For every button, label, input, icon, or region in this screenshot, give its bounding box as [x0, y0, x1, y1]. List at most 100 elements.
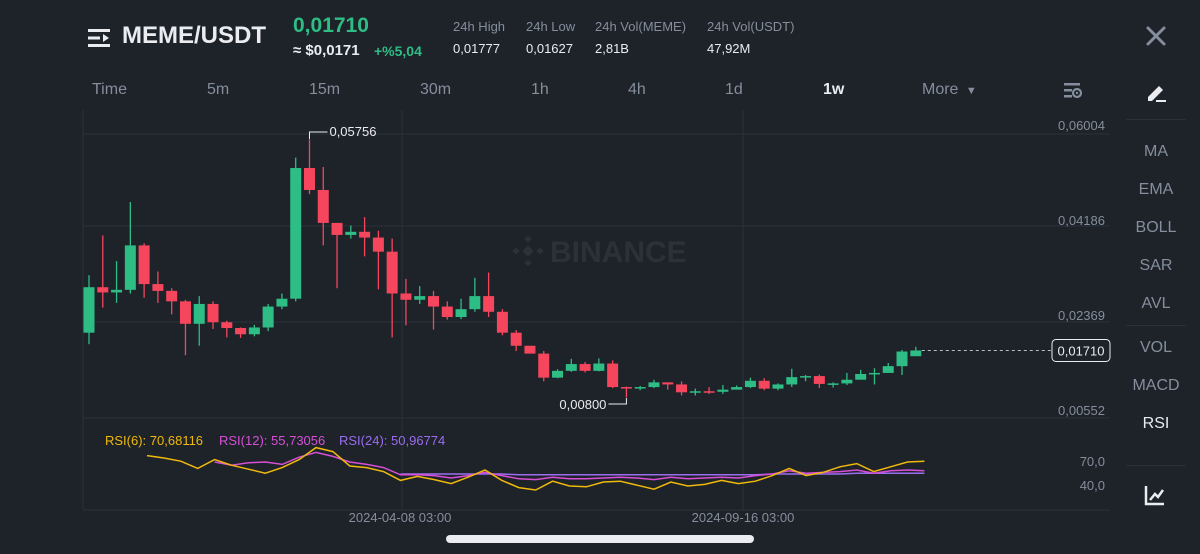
high-marker-line — [308, 131, 328, 139]
price-tick-label: 0,04186 — [1058, 213, 1105, 228]
current-price-tag-label: 0,01710 — [1058, 343, 1105, 358]
indicator-panel: MA EMA BOLL SAR AVL VOL MACD RSI — [1124, 117, 1200, 510]
candle-body — [317, 189, 329, 223]
close-icon[interactable] — [1144, 24, 1168, 48]
tab-4h[interactable]: 4h — [628, 81, 646, 99]
tab-5m[interactable]: 5m — [207, 81, 229, 99]
candle-body — [400, 293, 412, 300]
rsi-tick-label: 70,0 — [1080, 454, 1105, 469]
price-markers: 0,05756 0,00800 0,01710 — [308, 124, 1111, 412]
indicator-avl[interactable]: AVL — [1124, 295, 1188, 313]
candle-body — [179, 301, 191, 324]
indicator-vol[interactable]: VOL — [1124, 339, 1188, 357]
candle-body — [152, 284, 164, 291]
candle-body — [717, 389, 729, 392]
candle-body — [331, 222, 343, 235]
candle-body — [813, 376, 825, 384]
candle-body — [593, 363, 605, 371]
divider — [1126, 119, 1186, 120]
draw-tool-icon[interactable] — [1144, 80, 1168, 104]
candle-body — [166, 290, 178, 302]
candle-body — [910, 350, 922, 357]
candle-body — [441, 306, 453, 318]
candle-body — [345, 231, 357, 235]
time-axis: 2024-04-08 03:00 2024-09-16 03:00 — [349, 510, 795, 524]
candle-body — [386, 251, 398, 294]
candle-body — [111, 289, 123, 293]
watermark-text: BINANCE — [550, 236, 687, 269]
candle-body — [662, 382, 674, 385]
candle-body — [469, 296, 481, 310]
indicator-ema[interactable]: EMA — [1124, 181, 1188, 199]
tab-1w[interactable]: 1w — [823, 81, 844, 99]
candle-body — [496, 311, 508, 333]
candle-body — [510, 332, 522, 346]
price-tick-label: 0,06004 — [1058, 118, 1105, 133]
candle-body — [524, 345, 536, 354]
tab-1d[interactable]: 1d — [725, 81, 743, 99]
rsi24-legend: RSI(24): 50,96774 — [339, 433, 445, 448]
price-chart[interactable]: BINANCE 0,06004 0,04186 0,02369 0,00552 0,0… — [0, 104, 1124, 524]
candle-body — [276, 298, 288, 307]
candle-body — [97, 287, 109, 293]
candle-body — [248, 327, 260, 335]
stat-value-24h-high: 0,01777 — [453, 41, 500, 56]
price-change-percent: +%5,04 — [374, 43, 422, 59]
binance-watermark: BINANCE — [512, 235, 687, 269]
candle-body — [303, 168, 315, 190]
candle-body — [648, 382, 660, 388]
more-dropdown[interactable]: More ▼ — [922, 81, 977, 99]
candle-body — [483, 296, 495, 312]
chart-settings-icon[interactable] — [1062, 81, 1084, 101]
candle-body — [800, 376, 812, 378]
pair-title[interactable]: MEME/USDT — [122, 22, 266, 50]
indicator-sar[interactable]: SAR — [1124, 257, 1188, 275]
home-indicator — [446, 535, 754, 543]
indicator-macd[interactable]: MACD — [1124, 377, 1188, 395]
stat-value-24h-vol-meme: 2,81B — [595, 41, 629, 56]
time-tick-label: 2024-04-08 03:00 — [349, 510, 452, 524]
candle-body — [786, 377, 798, 385]
candle-body — [882, 366, 894, 373]
candle-body — [620, 387, 632, 389]
menu-icon[interactable] — [88, 28, 112, 48]
stat-value-24h-low: 0,01627 — [526, 41, 573, 56]
indicator-ma[interactable]: MA — [1124, 143, 1188, 161]
candle-body — [207, 303, 219, 323]
rsi6-legend: RSI(6): 70,68116 — [105, 433, 203, 448]
candle-body — [83, 287, 95, 333]
stat-label-24h-high: 24h High — [453, 19, 506, 34]
candle-body — [565, 364, 577, 371]
candle-body — [896, 351, 908, 367]
chart-grid — [82, 110, 1110, 511]
indicator-rsi[interactable]: RSI — [1124, 415, 1188, 433]
chart-analysis-icon[interactable] — [1144, 484, 1166, 506]
candle-body — [689, 391, 701, 393]
rsi-tick-label: 40,0 — [1080, 478, 1105, 493]
candle-body — [827, 383, 839, 385]
candle-body — [731, 387, 743, 390]
candle-body — [262, 306, 274, 328]
candle-body — [868, 372, 880, 375]
time-tick-label: 2024-09-16 03:00 — [692, 510, 795, 524]
candles — [83, 139, 922, 398]
candle-body — [414, 296, 426, 300]
rsi6-line — [146, 446, 925, 491]
candle-body — [703, 391, 715, 393]
candle-body — [758, 380, 770, 389]
high-marker-label: 0,05756 — [329, 124, 376, 139]
tab-1h[interactable]: 1h — [531, 81, 549, 99]
candle-body — [124, 245, 136, 290]
candle-body — [372, 237, 384, 252]
tab-time[interactable]: Time — [92, 81, 127, 99]
candle-body — [193, 303, 205, 324]
stat-label-24h-vol-usdt: 24h Vol(USDT) — [707, 19, 795, 34]
candle-body — [676, 384, 688, 393]
caret-down-icon: ▼ — [965, 85, 977, 97]
tab-30m[interactable]: 30m — [420, 81, 451, 99]
indicator-boll[interactable]: BOLL — [1124, 219, 1188, 237]
tab-15m[interactable]: 15m — [309, 81, 340, 99]
rsi-panel: RSI(6): 70,68116 RSI(12): 55,73056 RSI(24)… — [105, 433, 1105, 493]
last-price: 0,01710 — [293, 14, 369, 37]
low-marker-line — [608, 398, 627, 405]
